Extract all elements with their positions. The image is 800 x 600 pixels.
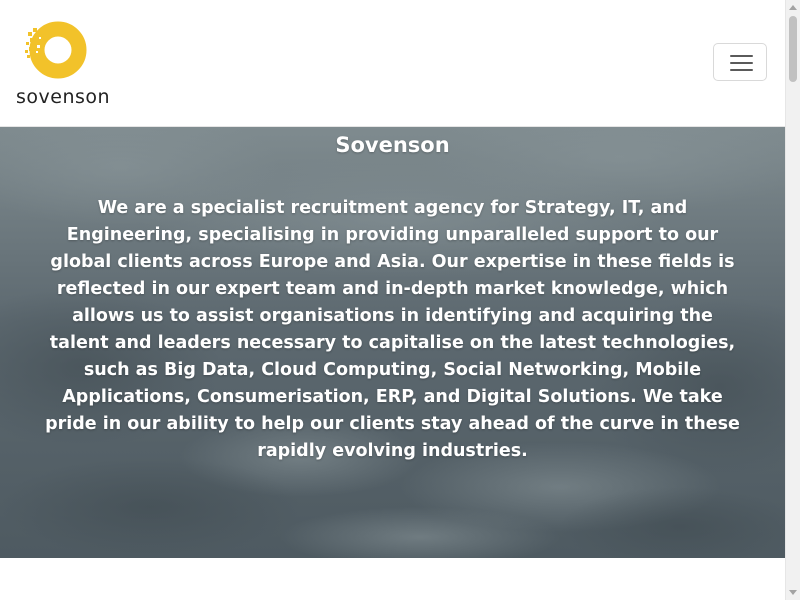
hero-content: Sovenson We are a specialist recruitment…	[40, 127, 745, 465]
menu-toggle-button[interactable]	[713, 43, 767, 81]
navbar: sovenson	[0, 0, 785, 127]
hero-description: We are a specialist recruitment agency f…	[45, 198, 740, 461]
scrollbar-thumb[interactable]	[789, 16, 797, 82]
scroll-down-arrow-icon[interactable]	[789, 590, 797, 595]
hamburger-menu-icon	[730, 55, 753, 57]
brand-name: sovenson	[16, 86, 111, 108]
hamburger-menu-icon-bar	[730, 62, 753, 64]
scroll-up-arrow-icon[interactable]	[789, 5, 797, 10]
hero-title: Sovenson	[335, 133, 450, 157]
sovenson-logo-icon	[25, 21, 87, 79]
page: sovenson Sovenson We are a specialist re…	[0, 0, 785, 600]
vertical-scrollbar[interactable]	[785, 0, 800, 600]
hamburger-menu-icon-bar	[730, 69, 753, 71]
brand-link[interactable]: sovenson	[14, 14, 118, 114]
hero-section: Sovenson We are a specialist recruitment…	[0, 127, 785, 558]
